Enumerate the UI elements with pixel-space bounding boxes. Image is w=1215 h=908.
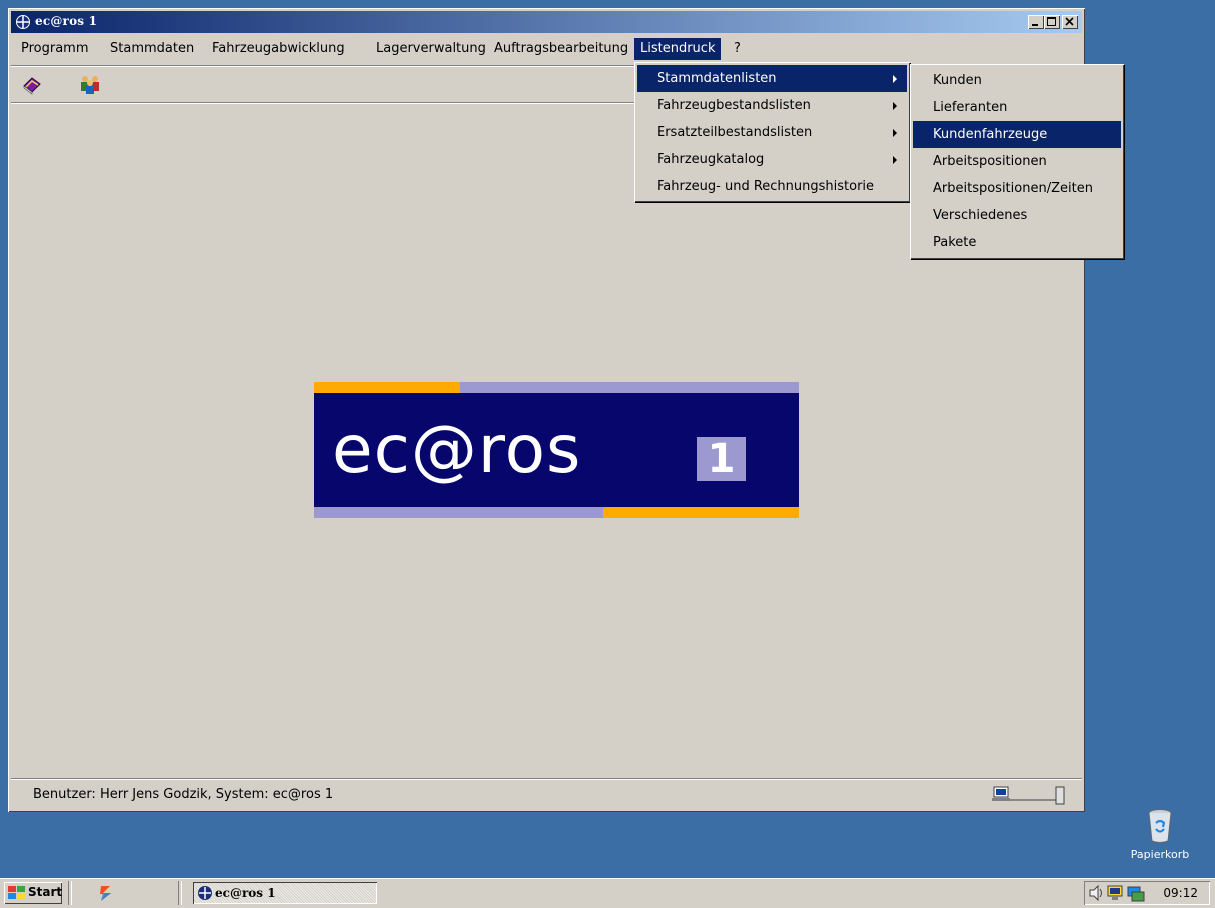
menu-programm[interactable]: Programm xyxy=(15,38,95,60)
ecaros-logo: ec@ros 1 xyxy=(314,382,799,518)
maximize-icon xyxy=(1047,17,1056,26)
menu-lagerverwaltung[interactable]: Lagerverwaltung xyxy=(370,38,492,60)
menu-item-fahrzeug-rechnungshistorie[interactable]: Fahrzeug- und Rechnungshistorie xyxy=(637,173,907,200)
logo-wordmark: ec@ros xyxy=(332,411,582,488)
status-user-info: Benutzer: Herr Jens Godzik, System: ec@r… xyxy=(33,787,334,802)
title-bar[interactable]: ec@ros 1 xyxy=(11,11,1082,33)
submenu-item-verschiedenes[interactable]: Verschiedenes xyxy=(913,202,1121,229)
submenu-item-kundenfahrzeuge[interactable]: Kundenfahrzeuge xyxy=(913,121,1121,148)
minimize-button[interactable] xyxy=(1028,15,1044,29)
status-bar: Benutzer: Herr Jens Godzik, System: ec@r… xyxy=(11,778,1082,809)
menu-item-label: Ersatzteilbestandslisten xyxy=(657,125,813,140)
minimize-icon xyxy=(1032,24,1038,26)
toolbar-button-users[interactable] xyxy=(77,72,103,98)
taskbar-clock: 09:12 xyxy=(1163,886,1198,900)
people-icon xyxy=(81,76,99,94)
taskbar-button-label: ec@ros 1 xyxy=(215,886,276,900)
tray-icons xyxy=(1089,884,1145,902)
submenu-arrow-icon xyxy=(893,102,897,110)
start-button[interactable]: Start xyxy=(4,882,62,904)
menu-item-fahrzeugbestandslisten[interactable]: Fahrzeugbestandslisten xyxy=(637,92,907,119)
menu-item-label: Fahrzeug- und Rechnungshistorie xyxy=(657,179,875,194)
taskbar: Start ec@ros 1 09:12 xyxy=(0,878,1215,908)
window-title: ec@ros 1 xyxy=(35,14,98,28)
menu-fahrzeugabwicklung[interactable]: Fahrzeugabwicklung xyxy=(206,38,351,60)
recycle-bin[interactable]: Papierkorb xyxy=(1120,805,1200,865)
logo-number-badge: 1 xyxy=(697,437,746,481)
submenu-item-kunden[interactable]: Kunden xyxy=(913,67,1121,94)
menu-help[interactable]: ? xyxy=(728,38,747,60)
quicklaunch-button[interactable] xyxy=(98,884,114,906)
menu-item-label: Fahrzeugkatalog xyxy=(657,152,765,167)
submenu-arrow-icon xyxy=(893,129,897,137)
recycle-bin-icon xyxy=(1148,809,1172,843)
submenu-item-lieferanten[interactable]: Lieferanten xyxy=(913,94,1121,121)
logo-band-lavender-top xyxy=(460,382,799,393)
menu-item-fahrzeugkatalog[interactable]: Fahrzeugkatalog xyxy=(637,146,907,173)
menu-item-label: Fahrzeugbestandslisten xyxy=(657,98,811,113)
stammdatenlisten-submenu: Kunden Lieferanten Kundenfahrzeuge Arbei… xyxy=(910,64,1124,259)
menu-auftragsbearbeitung[interactable]: Auftragsbearbeitung xyxy=(488,38,634,60)
taskbar-separator xyxy=(68,881,72,905)
menu-item-stammdatenlisten[interactable]: Stammdatenlisten xyxy=(637,65,907,92)
taskbar-button-ecaros[interactable]: ec@ros 1 xyxy=(193,882,377,904)
quicklaunch-icon xyxy=(100,886,111,901)
network-status-icon xyxy=(992,786,1065,805)
windows-logo-icon xyxy=(8,886,25,899)
submenu-item-arbeitspositionen[interactable]: Arbeitspositionen xyxy=(913,148,1121,175)
toolbar-button-book[interactable] xyxy=(19,72,45,98)
start-label: Start xyxy=(28,885,63,899)
close-button[interactable] xyxy=(1062,15,1078,29)
submenu-item-arbeitspositionen-zeiten[interactable]: Arbeitspositionen/Zeiten xyxy=(913,175,1121,202)
logo-band-orange-top xyxy=(314,382,460,393)
menu-item-ersatzteilbestandslisten[interactable]: Ersatzteilbestandslisten xyxy=(637,119,907,146)
maximize-button[interactable] xyxy=(1044,15,1060,29)
submenu-arrow-icon xyxy=(893,156,897,164)
book-icon xyxy=(23,77,41,95)
logo-band-orange-bottom xyxy=(603,507,799,518)
app-icon xyxy=(198,886,212,900)
listendruck-dropdown: Stammdatenlisten Fahrzeugbestandslisten … xyxy=(634,62,910,202)
logo-panel: ec@ros 1 xyxy=(314,393,799,507)
menu-bar: Programm Stammdaten Fahrzeugabwicklung L… xyxy=(11,36,1082,61)
app-icon[interactable] xyxy=(15,14,31,30)
menu-item-label: Stammdatenlisten xyxy=(657,71,777,86)
submenu-item-pakete[interactable]: Pakete xyxy=(913,229,1121,256)
submenu-arrow-icon xyxy=(893,75,897,83)
menu-listendruck[interactable]: Listendruck xyxy=(634,38,722,60)
system-tray: 09:12 xyxy=(1084,881,1210,905)
recycle-bin-label: Papierkorb xyxy=(1130,848,1190,861)
logo-band-lavender-bottom xyxy=(314,507,603,518)
menu-stammdaten[interactable]: Stammdaten xyxy=(104,38,200,60)
close-icon xyxy=(1065,17,1074,26)
taskbar-separator xyxy=(178,881,182,905)
